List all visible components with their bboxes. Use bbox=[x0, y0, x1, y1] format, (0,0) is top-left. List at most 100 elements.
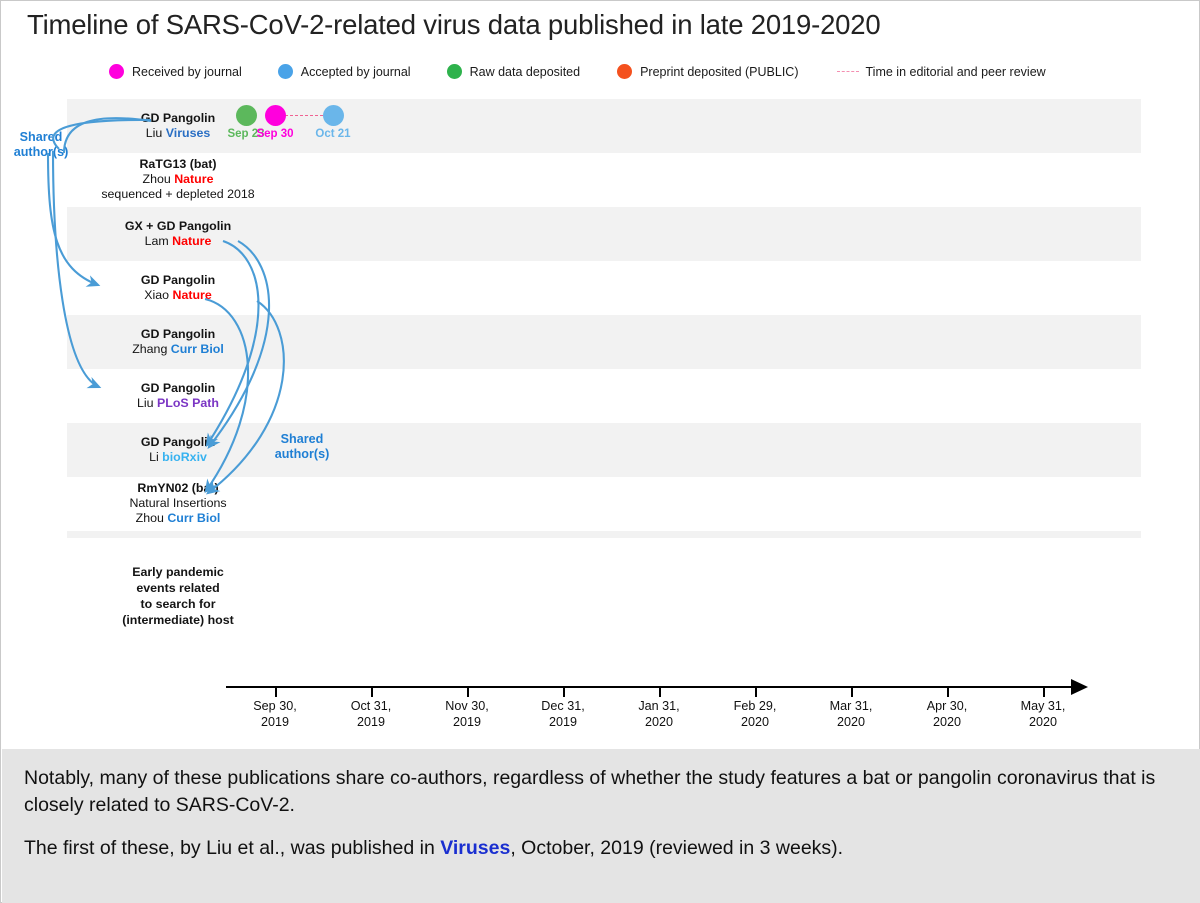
row-journal-name: bioRxiv bbox=[162, 450, 207, 465]
marker-raw-data-deposited[interactable] bbox=[235, 105, 257, 126]
legend-label-3: Preprint deposited (PUBLIC) bbox=[640, 64, 799, 79]
shared-authors-right-line1: Shared bbox=[280, 432, 324, 446]
axis-tick-label-line1: Mar 31, bbox=[829, 699, 873, 713]
legend-label-2: Raw data deposited bbox=[469, 64, 581, 79]
timeline-row-label: GD Pangolin Xiao Nature bbox=[67, 273, 289, 303]
caption-p2-before: The first of these, by Liu et al., was p… bbox=[24, 837, 441, 859]
axis-tick-label-line2: 2020 bbox=[932, 714, 962, 729]
axis-tick bbox=[1043, 688, 1045, 697]
figure-frame: Timeline of SARS-CoV-2-related virus dat… bbox=[0, 0, 1200, 903]
axis-tick-label-line2: 2020 bbox=[836, 714, 866, 729]
shared-authors-left-line2: author(s) bbox=[13, 145, 69, 159]
timeline-row-label: GD Pangolin Liu PLoS Path bbox=[67, 381, 289, 411]
row-author: Zhang bbox=[132, 342, 171, 357]
legend: Received by journal Accepted by journal Ra… bbox=[109, 61, 1046, 82]
timeline-row-label: RaTG13 (bat) Zhou Nature sequenced + deple… bbox=[67, 157, 289, 203]
legend-label-1: Accepted by journal bbox=[300, 64, 411, 79]
timeline-row: GD Pangolin Zhang Curr Biol bbox=[67, 315, 1141, 369]
axis-tick-label: Sep 30, 2019 bbox=[220, 699, 330, 730]
row-journal-name: Nature bbox=[174, 172, 214, 187]
row-author: Liu bbox=[137, 396, 157, 411]
timeline-row: GD Pangolin Xiao Nature bbox=[67, 261, 1141, 315]
shared-authors-left-line1: Shared bbox=[19, 130, 63, 144]
axis-tick-label: Apr 30, 2020 bbox=[892, 699, 1002, 730]
row-journal-name: Nature bbox=[172, 288, 212, 303]
legend-item-4: Time in editorial and peer review bbox=[836, 64, 1046, 79]
timeline-row-label: GD Pangolin Zhang Curr Biol bbox=[67, 327, 289, 357]
axis-tick-label: Jan 31, 2020 bbox=[604, 699, 714, 730]
axis-tick-label-line1: Feb 29, bbox=[733, 699, 777, 713]
early-events-line2: events related bbox=[136, 581, 220, 595]
row-journal-name: PLoS Path bbox=[157, 396, 219, 411]
caption-paragraph-1: Notably, many of these publications shar… bbox=[24, 767, 1156, 816]
caption-paragraph-2: The first of these, by Liu et al., was p… bbox=[24, 835, 1178, 862]
row-author: Xiao bbox=[144, 288, 173, 303]
axis-tick bbox=[755, 688, 757, 697]
row-author-journal: Zhou Curr Biol bbox=[67, 511, 289, 526]
early-pandemic-events-label: Early pandemic events related to search … bbox=[67, 564, 289, 628]
legend-label-4: Time in editorial and peer review bbox=[865, 64, 1046, 79]
row-virus-name: GD Pangolin bbox=[140, 381, 216, 395]
row-journal-name: Curr Biol bbox=[167, 511, 221, 526]
marker-date-label: Oct 21 bbox=[315, 128, 351, 140]
row-virus-name: RaTG13 (bat) bbox=[139, 157, 217, 171]
axis-tick bbox=[659, 688, 661, 697]
timeline-row: RmYN02 (bat) Natural Insertions Zhou Curr … bbox=[67, 477, 1141, 531]
timeline-axis-line bbox=[226, 686, 1086, 689]
legend-item-0: Received by journal bbox=[109, 64, 242, 79]
axis-tick-label-line2: 2019 bbox=[356, 714, 386, 729]
axis-tick bbox=[563, 688, 565, 697]
timeline-row: GD Pangolin Li bioRxiv bbox=[67, 423, 1141, 477]
axis-tick-label-line2: 2020 bbox=[740, 714, 770, 729]
axis-tick bbox=[371, 688, 373, 697]
axis-tick-label-line2: 2019 bbox=[548, 714, 578, 729]
timeline-row-label: RmYN02 (bat) Natural Insertions Zhou Curr … bbox=[67, 481, 289, 527]
timeline-row: GD Pangolin Liu Viruses Sep 23 Sep 30 Oct 21 bbox=[67, 99, 1141, 153]
marker-accepted-by-journal[interactable] bbox=[322, 105, 344, 126]
row-author-journal: Zhou Nature bbox=[67, 172, 289, 187]
axis-tick bbox=[851, 688, 853, 697]
caption-journal-link[interactable]: Viruses bbox=[440, 837, 510, 859]
axis-tick-label-line2: 2019 bbox=[452, 714, 482, 729]
axis-tick-label-line2: 2019 bbox=[260, 714, 290, 729]
axis-tick-label-line1: Jan 31, bbox=[638, 699, 680, 713]
shared-authors-label-right: Shared author(s) bbox=[266, 432, 338, 462]
row-author-journal: Li bioRxiv bbox=[67, 450, 289, 465]
row-note: Natural Insertions bbox=[129, 496, 227, 511]
row-author: Lam bbox=[144, 234, 173, 249]
orange-dot-icon bbox=[617, 64, 633, 79]
axis-tick-label-line2: 2020 bbox=[644, 714, 674, 729]
row-note: sequenced + depleted 2018 bbox=[101, 187, 255, 202]
axis-tick-label-line2: 2020 bbox=[1028, 714, 1058, 729]
row-virus-name: GX + GD Pangolin bbox=[124, 219, 232, 233]
green-dot-icon bbox=[446, 64, 462, 79]
legend-label-0: Received by journal bbox=[132, 64, 242, 79]
row-journal-name: Viruses bbox=[165, 126, 211, 141]
row-virus-name: GD Pangolin bbox=[140, 435, 216, 449]
early-events-line1: Early pandemic bbox=[132, 565, 224, 579]
marker-received-by-journal[interactable] bbox=[264, 105, 286, 126]
row-author: Zhou bbox=[142, 172, 175, 187]
timeline-row-label: GD Pangolin Li bioRxiv bbox=[67, 435, 289, 465]
magenta-dot-icon bbox=[109, 64, 124, 79]
timeline-row-label: GX + GD Pangolin Lam Nature bbox=[67, 219, 289, 249]
row-author: Li bbox=[149, 450, 163, 465]
row-author-journal: Xiao Nature bbox=[67, 288, 289, 303]
axis-tick-label-line1: Sep 30, bbox=[253, 699, 297, 713]
row-author-journal: Lam Nature bbox=[67, 234, 289, 249]
timeline-row: GX + GD Pangolin Lam Nature bbox=[67, 207, 1141, 261]
timeline-row: GD Pangolin Liu PLoS Path bbox=[67, 369, 1141, 423]
axis-tick-label: May 31, 2020 bbox=[988, 699, 1098, 730]
shared-authors-label-left: Shared author(s) bbox=[5, 130, 77, 160]
axis-tick-label: Nov 30, 2019 bbox=[412, 699, 522, 730]
row-author-journal: Zhang Curr Biol bbox=[67, 342, 289, 357]
caption-p2-after: , October, 2019 (reviewed in 3 weeks). bbox=[510, 837, 844, 859]
row-journal-name: Curr Biol bbox=[170, 342, 224, 357]
shared-authors-right-line2: author(s) bbox=[274, 447, 330, 461]
timeline-row-divider-band bbox=[67, 531, 1141, 538]
axis-tick-label: Dec 31, 2019 bbox=[508, 699, 618, 730]
legend-item-1: Accepted by journal bbox=[277, 64, 411, 79]
row-author: Zhou bbox=[135, 511, 168, 526]
axis-tick bbox=[467, 688, 469, 697]
caption-panel: Notably, many of these publications shar… bbox=[2, 749, 1200, 903]
